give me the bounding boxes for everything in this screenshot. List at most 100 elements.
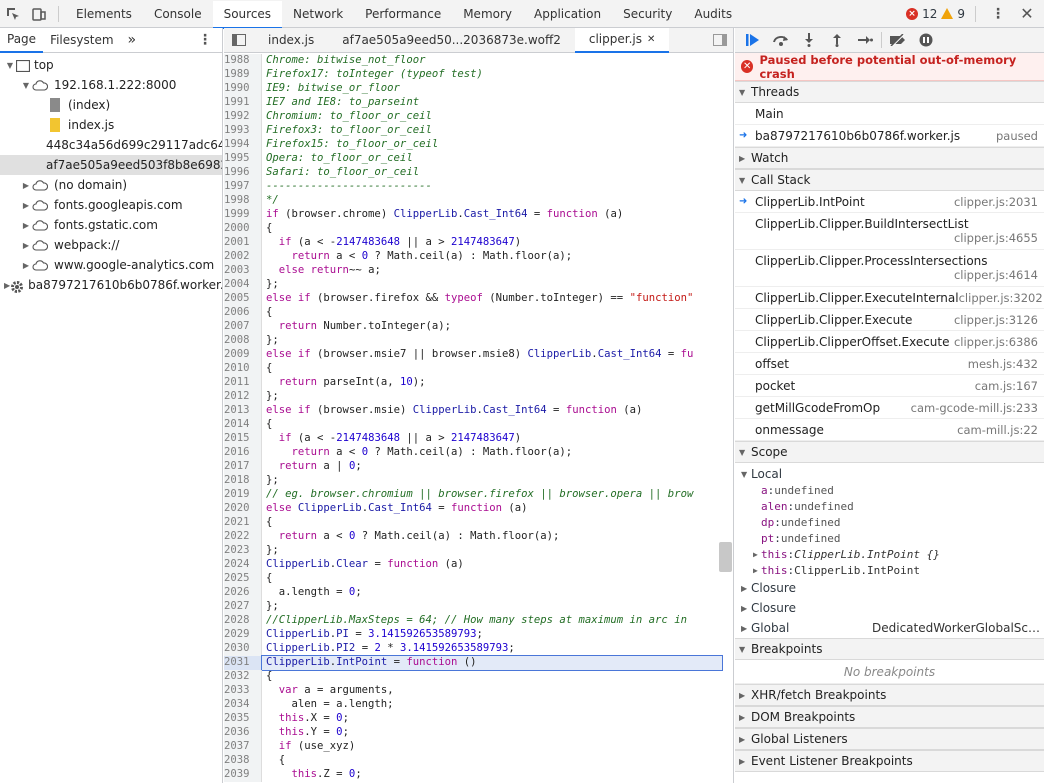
line-number[interactable]: 1999 — [224, 208, 262, 222]
scope-local[interactable]: ▼ Local — [741, 466, 1044, 482]
frame-location[interactable]: mesh.js:432 — [968, 357, 1038, 371]
line-number[interactable]: 1993 — [224, 124, 262, 138]
code-line[interactable]: 2018}; — [224, 474, 734, 488]
step-out-icon[interactable] — [825, 29, 849, 51]
line-number[interactable]: 2038 — [224, 754, 262, 768]
deactivate-breakpoints-icon[interactable] — [886, 29, 910, 51]
line-number[interactable]: 2004 — [224, 278, 262, 292]
code-line[interactable]: 1989 Firefox17: toInteger (typeof test) — [224, 68, 734, 82]
tree-item[interactable]: (index) — [0, 95, 222, 115]
line-number[interactable]: 2013 — [224, 404, 262, 418]
line-number[interactable]: 1988 — [224, 54, 262, 68]
tab-sources[interactable]: Sources — [212, 0, 283, 29]
tab-network[interactable]: Network — [282, 0, 354, 28]
tab-page[interactable]: Page — [0, 28, 44, 53]
tree-item[interactable]: ▶ fonts.gstatic.com — [0, 215, 222, 235]
line-number[interactable]: 2020 — [224, 502, 262, 516]
line-number[interactable]: 1998 — [224, 194, 262, 208]
code-line[interactable]: 2021 { — [224, 516, 734, 530]
line-number[interactable]: 2027 — [224, 600, 262, 614]
code-line[interactable]: 2030 ClipperLib.PI2 = 2 * 3.1415926535897… — [224, 642, 734, 656]
frame-location[interactable]: clipper.js:3202 — [959, 291, 1043, 305]
frame-location[interactable]: clipper.js:3126 — [954, 313, 1038, 327]
line-number[interactable]: 2011 — [224, 376, 262, 390]
dom-breakpoints-section-header[interactable]: ▶ DOM Breakpoints — [735, 706, 1044, 728]
code-line[interactable]: 2006 { — [224, 306, 734, 320]
tree-item[interactable]: ▶ webpack:// — [0, 235, 222, 255]
thread-row[interactable]: Main — [735, 103, 1044, 125]
frame-location[interactable]: clipper.js:6386 — [954, 335, 1038, 349]
callstack-frame[interactable]: ClipperLib.Clipper.ExecuteInternal clippe… — [735, 287, 1044, 309]
line-number[interactable]: 1997 — [224, 180, 262, 194]
tree-item[interactable]: 448c34a56d699c29117adc64c43 — [0, 135, 222, 155]
global-listeners-section-header[interactable]: ▶ Global Listeners — [735, 728, 1044, 750]
callstack-frame[interactable]: ClipperLib.ClipperOffset.Execute clipper.… — [735, 331, 1044, 353]
editor-tab[interactable]: index.js — [254, 28, 328, 53]
line-number[interactable]: 2030 — [224, 642, 262, 656]
code-line[interactable]: 1996 Safari: to_floor_or_ceil — [224, 166, 734, 180]
tab-filesystem[interactable]: Filesystem — [43, 28, 120, 53]
code-line[interactable]: 1998 */ — [224, 194, 734, 208]
tree-item[interactable]: ▶ ba8797217610b6b0786f.worker.js — [0, 275, 222, 295]
frame-location[interactable]: cam-gcode-mill.js:233 — [911, 401, 1038, 415]
step-over-icon[interactable] — [769, 29, 793, 51]
line-number[interactable]: 2035 — [224, 712, 262, 726]
code-line[interactable]: 2028 //ClipperLib.MaxSteps = 64; // How m… — [224, 614, 734, 628]
code-line[interactable]: 2029 ClipperLib.PI = 3.141592653589793; — [224, 628, 734, 642]
line-number[interactable]: 2021 — [224, 516, 262, 530]
scope-variable[interactable]: alen: undefined — [741, 498, 1044, 514]
line-number[interactable]: 2014 — [224, 418, 262, 432]
code-line[interactable]: 2004}; — [224, 278, 734, 292]
line-number[interactable]: 2017 — [224, 460, 262, 474]
scope-this[interactable]: ▶ this: ClipperLib.IntPoint {} — [741, 546, 1044, 562]
line-number[interactable]: 2000 — [224, 222, 262, 236]
more-tabs-icon[interactable]: » — [121, 28, 144, 53]
tree-item[interactable]: ▶ fonts.googleapis.com — [0, 195, 222, 215]
code-line[interactable]: 2020 else ClipperLib.Cast_Int64 = functio… — [224, 502, 734, 516]
code-line[interactable]: 1992 Chromium: to_floor_or_ceil — [224, 110, 734, 124]
frame-location[interactable]: clipper.js:2031 — [954, 195, 1038, 209]
line-number[interactable]: 2024 — [224, 558, 262, 572]
tab-elements[interactable]: Elements — [65, 0, 143, 28]
line-number[interactable]: 2039 — [224, 768, 262, 782]
callstack-frame[interactable]: ➜ ClipperLib.IntPoint clipper.js:2031 — [735, 191, 1044, 213]
line-number[interactable]: 2015 — [224, 432, 262, 446]
inspect-element-icon[interactable] — [0, 0, 26, 28]
tab-console[interactable]: Console — [143, 0, 213, 28]
device-toolbar-icon[interactable] — [26, 0, 52, 28]
frame-location[interactable]: cam-mill.js:22 — [957, 423, 1038, 437]
callstack-frame[interactable]: onmessage cam-mill.js:22 — [735, 419, 1044, 441]
scope-closure[interactable]: ▶ Closure — [741, 578, 1044, 598]
code-line[interactable]: 2015 if (a < -2147483648 || a > 21474836… — [224, 432, 734, 446]
line-number[interactable]: 2002 — [224, 250, 262, 264]
line-number[interactable]: 2007 — [224, 320, 262, 334]
line-number[interactable]: 2031 — [224, 656, 262, 670]
tab-performance[interactable]: Performance — [354, 0, 452, 28]
code-line[interactable]: 2013 else if (browser.msie) ClipperLib.Ca… — [224, 404, 734, 418]
scope-this[interactable]: ▶ this: ClipperLib.IntPoint — [741, 562, 1044, 578]
code-line[interactable]: 2024 ClipperLib.Clear = function (a) — [224, 558, 734, 572]
tree-item[interactable]: ▶ (no domain) — [0, 175, 222, 195]
step-icon[interactable] — [853, 29, 877, 51]
line-number[interactable]: 2023 — [224, 544, 262, 558]
callstack-section-header[interactable]: ▼ Call Stack — [735, 169, 1044, 191]
code-line[interactable]: 2001 if (a < -2147483648 || a > 21474836… — [224, 236, 734, 250]
code-line[interactable]: 2032 { — [224, 670, 734, 684]
scope-variable[interactable]: pt: undefined — [741, 530, 1044, 546]
code-line[interactable]: 2010 { — [224, 362, 734, 376]
step-into-icon[interactable] — [797, 29, 821, 51]
line-number[interactable]: 2029 — [224, 628, 262, 642]
tree-item[interactable]: ▼ 192.168.1.222:8000 — [0, 75, 222, 95]
code-line[interactable]: 2026 a.length = 0; — [224, 586, 734, 600]
callstack-frame[interactable]: getMillGcodeFromOp cam-gcode-mill.js:233 — [735, 397, 1044, 419]
tree-item[interactable]: ▼ top — [0, 55, 222, 75]
code-line[interactable]: 2022 return a < 0 ? Math.ceil(a) : Math.… — [224, 530, 734, 544]
code-line[interactable]: 2007 return Number.toInteger(a); — [224, 320, 734, 334]
thread-row[interactable]: ➜ ba8797217610b6b0786f.worker.js paused — [735, 125, 1044, 147]
code-line[interactable]: 1994 Firefox15: to_floor_or_ceil — [224, 138, 734, 152]
code-line[interactable]: 2014 { — [224, 418, 734, 432]
line-number[interactable]: 1996 — [224, 166, 262, 180]
line-number[interactable]: 2018 — [224, 474, 262, 488]
line-number[interactable]: 2032 — [224, 670, 262, 684]
callstack-frame[interactable]: pocket cam.js:167 — [735, 375, 1044, 397]
